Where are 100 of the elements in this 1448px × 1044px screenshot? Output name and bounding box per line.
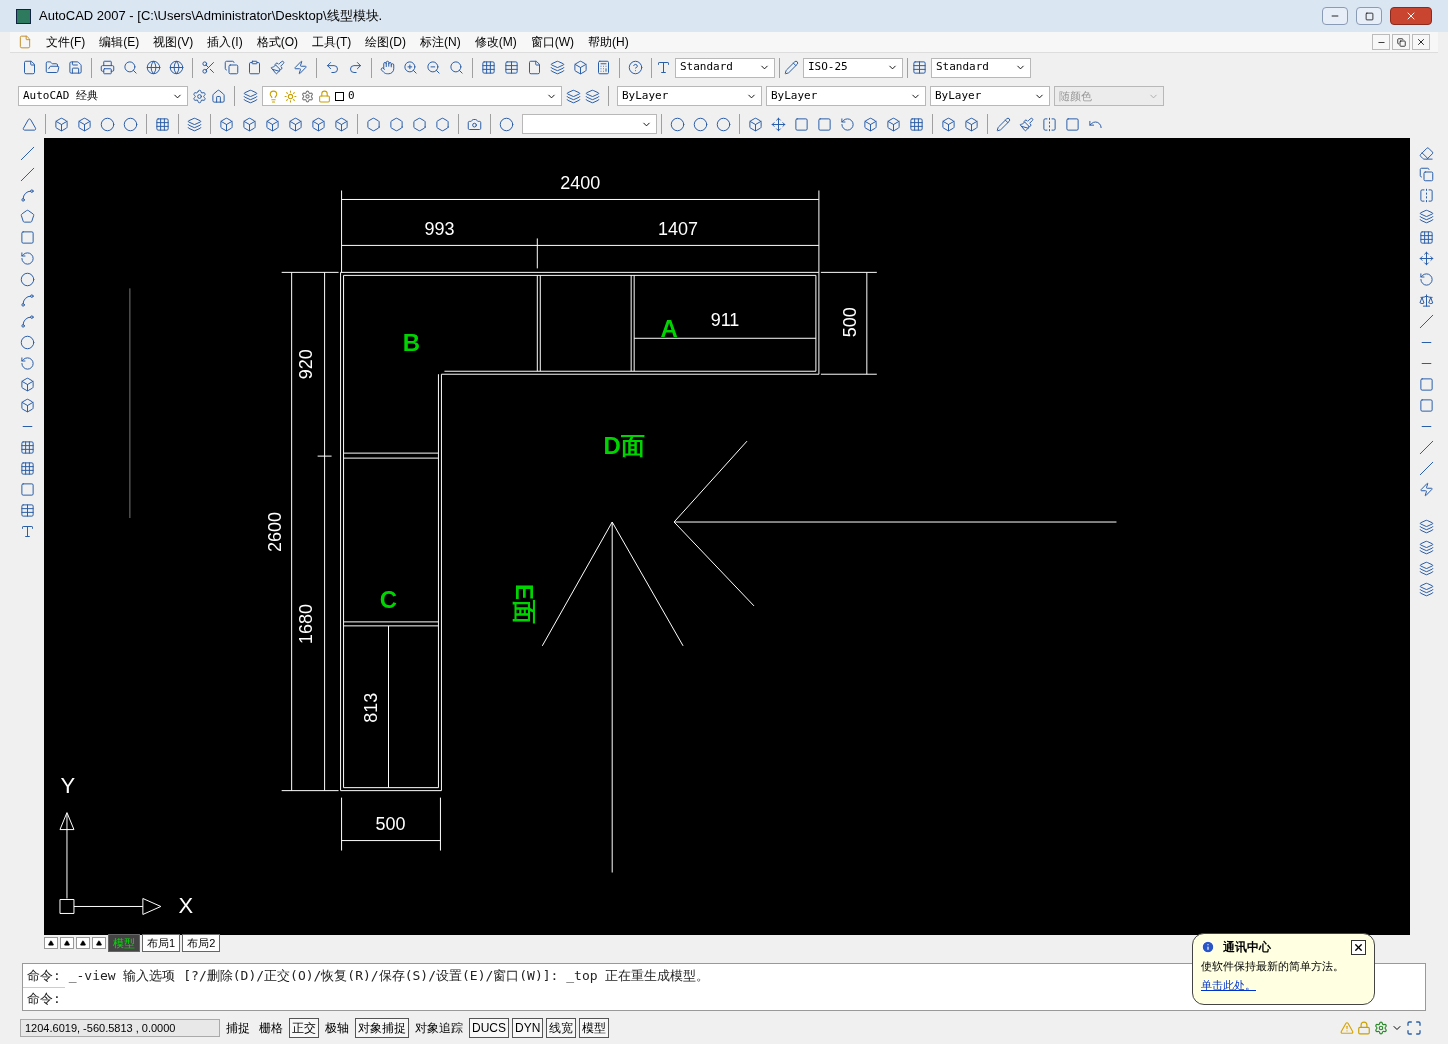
layers-icon[interactable] [1418, 561, 1434, 576]
close-button[interactable] [1412, 34, 1430, 50]
save-icon[interactable] [68, 60, 83, 75]
pencil-icon[interactable] [996, 116, 1011, 132]
table-icon[interactable] [504, 60, 519, 75]
table-icon[interactable] [20, 503, 36, 518]
menu-item[interactable]: 标注(N) [420, 33, 461, 51]
grid-icon[interactable] [909, 116, 924, 132]
status-toggle[interactable]: 模型 [579, 1018, 610, 1038]
move-icon[interactable] [771, 116, 786, 132]
close-button[interactable] [1351, 939, 1366, 955]
globe-icon[interactable] [169, 60, 184, 75]
circle-icon[interactable] [499, 116, 514, 132]
zoom-in-icon[interactable] [403, 60, 418, 75]
layers-icon[interactable] [187, 116, 202, 132]
dropdown[interactable]: ByLayer [930, 86, 1050, 106]
undo-icon[interactable] [325, 60, 340, 75]
triangle-icon[interactable] [22, 116, 37, 132]
hand-icon[interactable] [380, 60, 395, 75]
menu-item[interactable]: 帮助(H) [588, 33, 629, 51]
status-toggle[interactable]: 线宽 [546, 1018, 577, 1038]
layers-icon[interactable] [243, 88, 258, 104]
box-icon[interactable] [573, 60, 588, 75]
box-icon[interactable] [54, 116, 69, 132]
menu-item[interactable]: 视图(V) [153, 33, 194, 51]
cube-icon[interactable] [334, 116, 349, 132]
layer-dropdown[interactable]: 0 [262, 86, 562, 106]
camera-icon[interactable] [467, 116, 482, 132]
dropdown[interactable]: ByLayer [766, 86, 926, 106]
close-button[interactable] [1390, 7, 1432, 25]
menu-item[interactable]: 修改(M) [474, 33, 517, 51]
scale-icon[interactable] [1418, 293, 1434, 308]
folder-icon[interactable] [45, 60, 60, 75]
lightning-icon[interactable] [293, 60, 308, 75]
printer-icon[interactable] [100, 60, 115, 75]
tab-scroll-icon[interactable] [92, 937, 106, 949]
line-icon[interactable] [20, 167, 36, 182]
line-icon[interactable] [20, 146, 36, 161]
globe-icon[interactable] [146, 60, 161, 75]
layers-icon[interactable] [1418, 540, 1434, 555]
brush-icon[interactable] [270, 60, 285, 75]
layers-icon[interactable] [1418, 519, 1434, 534]
mirror-icon[interactable] [1418, 188, 1434, 203]
drawing-canvas[interactable]: 2400 993 1407 911 500 920 2600 1680 813 500 B A C D面 E面 Y X [43, 138, 1411, 935]
square-icon[interactable] [1065, 116, 1080, 132]
file-icon[interactable] [22, 60, 37, 75]
minimize-button[interactable] [1372, 34, 1390, 50]
circle-icon[interactable] [20, 272, 36, 287]
menu-item[interactable]: 窗口(W) [530, 33, 574, 51]
text-tool-icon[interactable] [20, 524, 36, 539]
cube-icon[interactable] [964, 116, 979, 132]
menu-item[interactable]: 绘图(D) [365, 33, 406, 51]
search-icon[interactable] [449, 60, 464, 75]
zoom-out-icon[interactable] [426, 60, 441, 75]
status-toggle[interactable]: 栅格 [256, 1018, 286, 1038]
menu-item[interactable]: 编辑(E) [99, 33, 140, 51]
mirror-icon[interactable] [1042, 116, 1057, 132]
dropdown[interactable]: ByLayer [617, 86, 762, 106]
menu-item[interactable]: 插入(I) [207, 33, 243, 51]
tab-scroll-icon[interactable] [44, 937, 58, 949]
menu-item[interactable]: 工具(T) [312, 33, 352, 51]
copy-icon[interactable] [224, 60, 239, 75]
clipboard-icon[interactable] [247, 60, 262, 75]
status-toggle[interactable]: 对象追踪 [412, 1018, 466, 1038]
box-icon[interactable] [77, 116, 92, 132]
cube-icon[interactable] [242, 116, 257, 132]
restore-button[interactable] [1392, 34, 1410, 50]
notification-link[interactable]: 单击此处。 [1201, 976, 1366, 993]
maximize-button[interactable] [1356, 7, 1382, 25]
square-icon[interactable] [817, 116, 832, 132]
brush-icon[interactable] [1019, 116, 1034, 132]
status-toggle[interactable]: DUCS [469, 1018, 509, 1038]
redo-icon[interactable] [348, 60, 363, 75]
square-icon[interactable] [794, 116, 809, 132]
help-icon[interactable] [628, 60, 643, 75]
calculator-icon[interactable] [596, 60, 611, 75]
status-toggle[interactable]: 极轴 [322, 1018, 352, 1038]
tab-scroll-icon[interactable] [60, 937, 74, 949]
gear-icon[interactable] [1374, 1021, 1388, 1035]
rectangle-icon[interactable] [20, 230, 36, 245]
scissors-icon[interactable] [201, 60, 216, 75]
dimension-style-icon[interactable] [784, 60, 799, 75]
cube-icon[interactable] [863, 116, 878, 132]
status-toggle[interactable]: DYN [512, 1018, 544, 1038]
copy-icon[interactable] [1418, 167, 1434, 182]
gear-icon[interactable] [192, 88, 207, 104]
dropdown[interactable]: AutoCAD 经典 [18, 86, 188, 106]
cube-icon[interactable] [265, 116, 280, 132]
layers-icon[interactable] [550, 60, 565, 75]
cube-icon[interactable] [288, 116, 303, 132]
polygon-icon[interactable] [20, 209, 36, 224]
text-style-icon[interactable] [656, 60, 671, 75]
layers-icon[interactable] [585, 88, 600, 104]
dropdown[interactable]: Standard [931, 57, 1031, 78]
rotate-icon[interactable] [1418, 272, 1434, 287]
cube-icon[interactable] [748, 116, 763, 132]
grid-icon[interactable] [481, 60, 496, 75]
cube-icon[interactable] [219, 116, 234, 132]
search-icon[interactable] [123, 60, 138, 75]
tab-scroll-icon[interactable] [76, 937, 90, 949]
